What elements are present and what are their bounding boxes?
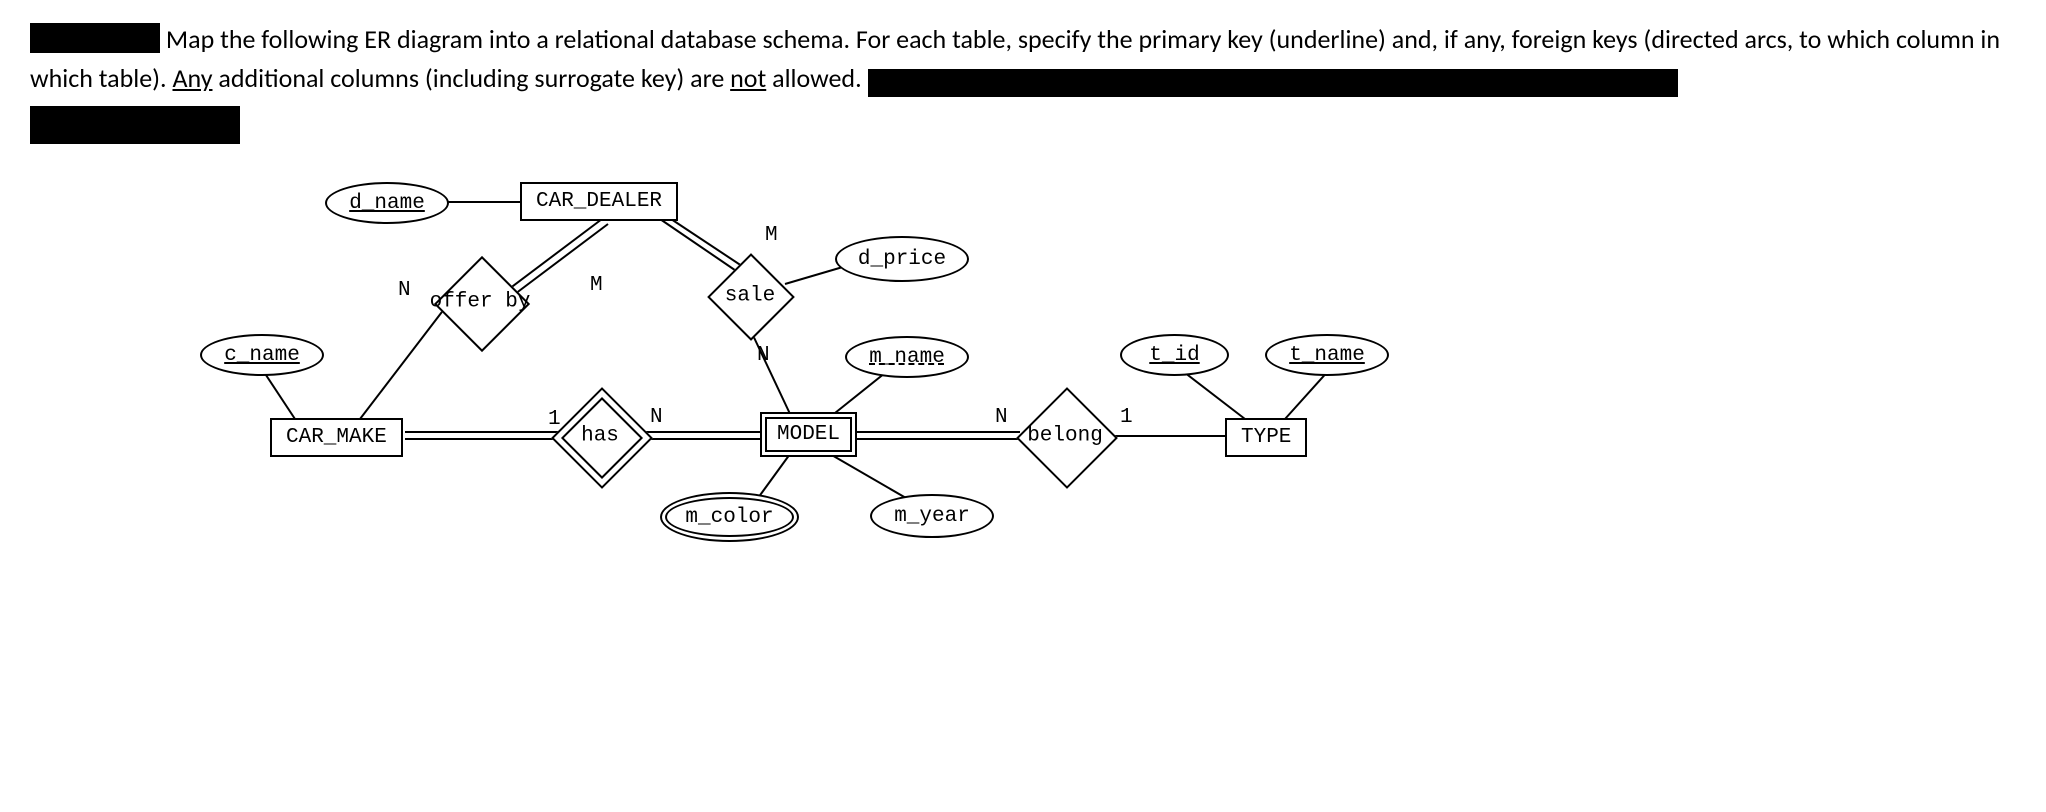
card-has-model: N: [650, 406, 663, 429]
card-offer-make: N: [398, 279, 411, 302]
card-belong-model: N: [995, 406, 1008, 429]
attr-d-price: d_price: [835, 236, 969, 282]
entity-type: TYPE: [1225, 418, 1307, 457]
attr-t-id: t_id: [1120, 334, 1229, 376]
entity-car-make: CAR_MAKE: [270, 418, 403, 457]
redacted-block-3: [30, 106, 240, 144]
question-text: Map the following ER diagram into a rela…: [30, 20, 2016, 144]
question-any: Any: [172, 62, 212, 94]
card-belong-type: 1: [1120, 406, 1133, 429]
attr-m-name: m_name: [845, 336, 969, 378]
card-sale-dealer: M: [765, 224, 778, 247]
attr-c-name: c_name: [200, 334, 324, 376]
attr-t-name: t_name: [1265, 334, 1389, 376]
attr-d-name: d_name: [325, 182, 449, 224]
attr-m-color: m_color: [660, 492, 799, 542]
attr-m-year: m_year: [870, 494, 994, 538]
card-has-make: 1: [548, 408, 561, 431]
card-offer-dealer: M: [590, 274, 603, 297]
question-part3: allowed.: [772, 62, 867, 94]
er-diagram: d_name c_name d_price m_name m_color m_y…: [190, 174, 1590, 604]
question-not: not: [730, 62, 766, 94]
entity-model: MODEL: [760, 412, 857, 457]
question-part2: additional columns (including surrogate …: [218, 62, 730, 94]
redacted-block-2: [868, 69, 1678, 97]
redacted-block-1: [30, 23, 160, 53]
entity-car-dealer: CAR_DEALER: [520, 182, 678, 221]
card-sale-model: N: [757, 344, 770, 367]
